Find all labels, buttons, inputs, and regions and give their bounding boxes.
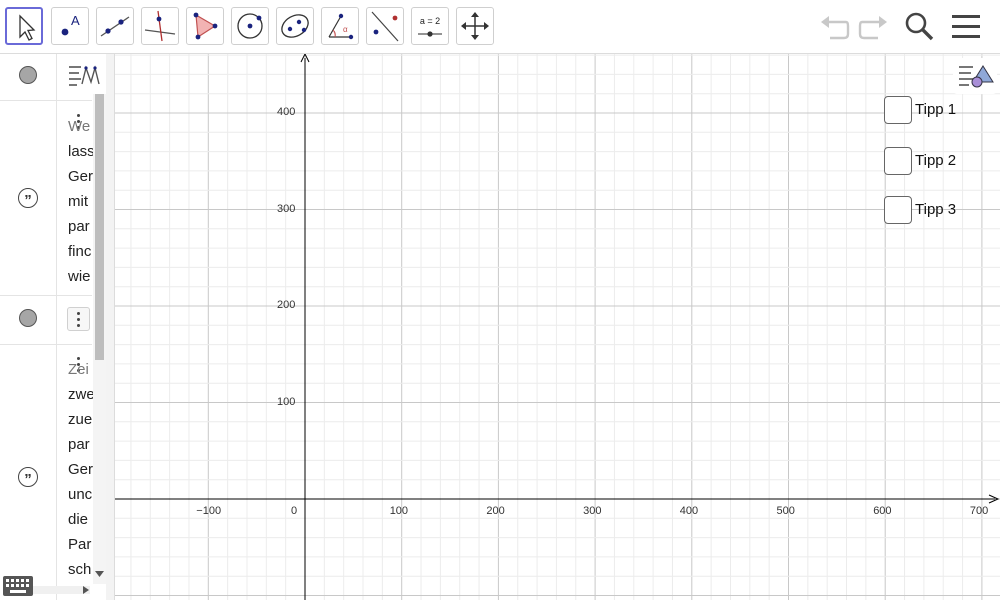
redo-icon bbox=[858, 16, 887, 40]
reflect-tool-button[interactable] bbox=[366, 7, 404, 45]
text-line: zwe bbox=[68, 386, 93, 403]
tipp-2-checkbox[interactable] bbox=[884, 147, 912, 175]
algebra-marble-column bbox=[0, 54, 57, 600]
line-tool-button[interactable] bbox=[96, 7, 134, 45]
line-icon bbox=[100, 16, 130, 37]
text-object-icon: ” bbox=[18, 188, 38, 209]
text-line: Zei bbox=[68, 361, 89, 378]
x-tick-label: 300 bbox=[583, 505, 602, 517]
undo-button[interactable] bbox=[818, 10, 854, 42]
undo-icon bbox=[821, 16, 850, 40]
reflect-icon bbox=[371, 11, 399, 42]
tipp-2-label: Tipp 2 bbox=[915, 152, 957, 169]
toolbar: A α a = 2 bbox=[0, 0, 1000, 54]
text-line: die bbox=[68, 511, 89, 528]
perpendicular-tool-button[interactable] bbox=[141, 7, 179, 45]
text-line: finc bbox=[68, 243, 92, 260]
horizontal-scrollbar-track[interactable] bbox=[30, 586, 90, 594]
tipp-3-checkbox[interactable] bbox=[884, 196, 912, 224]
text-line: wie bbox=[68, 268, 91, 285]
text-object-2[interactable]: Zei zwe zue par Ger unc die Par sch bbox=[68, 357, 93, 582]
tipp-1-label: Tipp 1 bbox=[915, 101, 957, 118]
y-tick-label: 300 bbox=[277, 202, 296, 215]
visibility-toggle-2[interactable] bbox=[19, 309, 37, 327]
more-options-icon bbox=[77, 312, 80, 330]
x-tick-label: 700 bbox=[969, 505, 989, 517]
text-line: par bbox=[68, 436, 90, 453]
angle-icon: α bbox=[328, 13, 354, 40]
algebra-style-bar-icon bbox=[69, 65, 100, 86]
coordinate-grid bbox=[115, 54, 1000, 600]
algebra-view: ” We lass Ger mit par finc wie ” Zei zwe… bbox=[0, 54, 106, 600]
y-tick-label: 100 bbox=[277, 395, 296, 408]
perpendicular-line-icon bbox=[144, 10, 176, 42]
svg-text:A: A bbox=[71, 13, 80, 28]
hamburger-menu-icon bbox=[952, 15, 980, 38]
keyboard-icon bbox=[3, 576, 33, 596]
view-divider[interactable] bbox=[106, 54, 115, 600]
main-menu-button[interactable] bbox=[948, 10, 984, 42]
text-line: sch bbox=[68, 561, 92, 578]
circle-tool-button[interactable] bbox=[231, 7, 269, 45]
row-separator bbox=[56, 344, 92, 345]
x-tick-label: 400 bbox=[679, 505, 699, 517]
row-separator bbox=[56, 295, 92, 296]
circle-icon bbox=[237, 13, 263, 39]
graphics-style-bar-icon bbox=[959, 65, 994, 88]
move-graphics-tool-button[interactable] bbox=[456, 7, 494, 45]
tipp-1-checkbox[interactable] bbox=[884, 96, 912, 124]
text-line: Par bbox=[68, 536, 92, 553]
move-arrows-icon bbox=[461, 12, 489, 40]
scroll-right-arrow-icon[interactable] bbox=[82, 585, 90, 595]
y-tick-label: 200 bbox=[277, 299, 296, 311]
text-line: zue bbox=[68, 411, 93, 428]
row-separator bbox=[0, 295, 56, 296]
ellipse-icon bbox=[281, 14, 309, 38]
text-line: unc bbox=[68, 486, 93, 503]
graphics-style-bar-button[interactable] bbox=[953, 58, 997, 94]
point-icon: A bbox=[61, 13, 80, 36]
slider-icon bbox=[418, 31, 442, 37]
row-separator bbox=[0, 100, 56, 101]
search-button[interactable] bbox=[901, 10, 937, 42]
vertical-scrollbar-thumb[interactable] bbox=[95, 94, 104, 360]
text-line: lass bbox=[68, 143, 93, 160]
conic-tool-button[interactable] bbox=[276, 7, 314, 45]
arrow-pointer-icon bbox=[19, 14, 36, 41]
text-object-1[interactable]: We lass Ger mit par finc wie bbox=[68, 114, 93, 289]
tipp-3-label: Tipp 3 bbox=[915, 201, 957, 218]
text-line: mit bbox=[68, 193, 88, 210]
redo-button[interactable] bbox=[854, 10, 890, 42]
x-tick-label: 0 bbox=[291, 505, 298, 517]
algebra-style-bar-button[interactable] bbox=[64, 58, 102, 92]
visibility-toggle-1[interactable] bbox=[19, 66, 37, 84]
text-line: We bbox=[68, 118, 91, 135]
search-icon bbox=[905, 12, 934, 41]
keyboard-button[interactable] bbox=[3, 576, 33, 596]
text-line: Ger bbox=[68, 168, 93, 185]
angle-tool-button[interactable]: α bbox=[321, 7, 359, 45]
svg-text:α: α bbox=[343, 25, 348, 34]
text-line: par bbox=[68, 218, 90, 235]
scroll-down-arrow-icon[interactable] bbox=[94, 569, 105, 578]
x-tick-label: 200 bbox=[486, 505, 505, 517]
row-separator bbox=[0, 344, 56, 345]
point-tool-button[interactable]: A bbox=[51, 7, 89, 45]
polygon-icon bbox=[193, 12, 218, 40]
polygon-tool-button[interactable] bbox=[186, 7, 224, 45]
x-tick-label: 500 bbox=[776, 505, 795, 517]
y-tick-label: 400 bbox=[277, 106, 296, 118]
text-object-icon: ” bbox=[18, 467, 38, 488]
row-separator bbox=[56, 100, 92, 101]
more-options-button[interactable] bbox=[67, 307, 90, 331]
x-tick-label: 600 bbox=[873, 505, 892, 517]
x-tick-label: 100 bbox=[389, 505, 409, 517]
slider-tool-button[interactable]: a = 2 bbox=[411, 7, 449, 45]
graphics-view[interactable]: −100 0 100 200 300 400 500 600 700 100 200 300 400 bbox=[115, 54, 1000, 600]
x-tick-label: −100 bbox=[196, 505, 222, 517]
text-line: Ger bbox=[68, 461, 93, 478]
move-tool-button[interactable] bbox=[5, 7, 43, 45]
